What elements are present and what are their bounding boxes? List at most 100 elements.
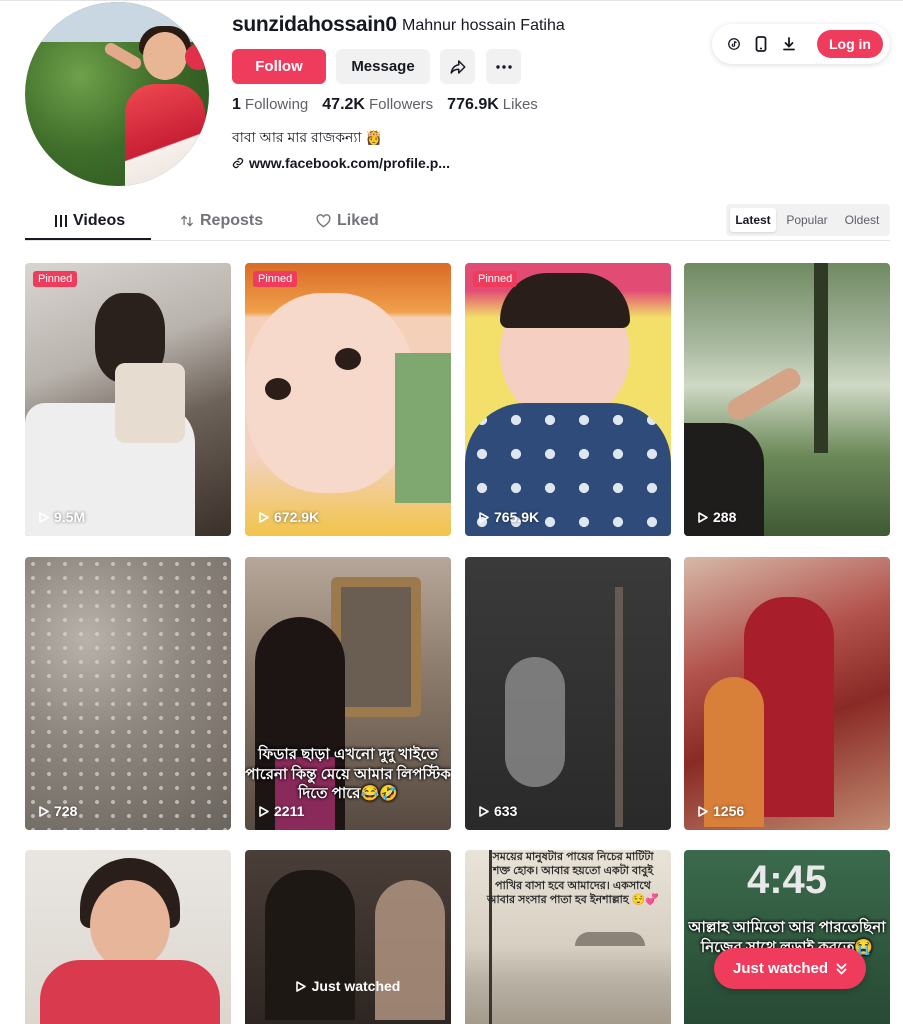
grid-icon	[55, 215, 67, 227]
thumb-shape	[723, 364, 805, 424]
video-card[interactable]: Pinned 765.9K	[465, 263, 671, 536]
thumb-shape	[115, 363, 185, 443]
pinned-badge: Pinned	[473, 271, 518, 287]
profile-link[interactable]: www.facebook.com/profile.p...	[232, 155, 450, 171]
just-watched-overlay: Just watched	[245, 978, 451, 994]
thumb-shape	[505, 657, 565, 787]
play-icon	[479, 511, 489, 523]
view-count-text: 633	[494, 803, 518, 819]
thumb-shape	[265, 870, 355, 1020]
view-count-text: 2211	[274, 803, 305, 819]
share-icon	[450, 59, 465, 74]
pinned-badge: Pinned	[253, 271, 298, 287]
just-watched-button[interactable]: Just watched	[714, 948, 866, 989]
more-options-button[interactable]	[486, 49, 521, 84]
login-button[interactable]: Log in	[817, 30, 883, 58]
view-count-text: 288	[713, 509, 737, 525]
avatar[interactable]	[25, 2, 209, 186]
download-icon[interactable]	[779, 34, 799, 54]
play-icon	[698, 511, 708, 523]
heart-icon	[316, 214, 331, 228]
more-icon	[495, 64, 512, 69]
video-card[interactable]: 288	[684, 263, 890, 536]
double-chevron-down-icon	[836, 963, 847, 974]
avatar-dress	[125, 84, 205, 186]
play-icon	[39, 511, 49, 523]
video-card[interactable]: 4:45 আল্লাহ আমিতো আর পারতেছিনা নিজের সাথ…	[684, 850, 890, 1024]
play-icon	[295, 980, 306, 992]
link-icon	[232, 157, 244, 169]
tab-liked-label: Liked	[337, 212, 379, 229]
thumb-shape	[575, 932, 645, 946]
stat-followers[interactable]: 47.2K Followers	[322, 96, 433, 114]
sort-popular[interactable]: Popular	[780, 208, 834, 232]
tab-reposts-label: Reposts	[200, 212, 264, 229]
followers-count: 47.2K	[322, 96, 365, 113]
tiktok-coin-icon[interactable]	[724, 34, 744, 54]
view-count: 672.9K	[259, 509, 319, 525]
video-card[interactable]: 1256	[684, 557, 890, 830]
followers-label: Followers	[368, 96, 434, 113]
view-count-text: 9.5M	[54, 509, 86, 525]
thumb-shape	[25, 557, 231, 830]
video-caption: ফিডার ছাড়া এখনো দুদু খাইতে পারেনা কিন্ত…	[245, 746, 451, 802]
view-count: 9.5M	[39, 509, 85, 525]
mobile-icon[interactable]	[751, 34, 771, 54]
video-card[interactable]: 633	[465, 557, 671, 830]
video-card[interactable]: সময়ের মানুষটার পায়ের নিচের মাটিটা শক্ত…	[465, 850, 671, 1024]
stat-likes: 776.9K Likes	[447, 96, 538, 114]
tab-reposts[interactable]: Reposts	[180, 212, 263, 230]
video-card[interactable]	[25, 850, 231, 1024]
play-icon	[479, 805, 489, 817]
view-count: 1256	[698, 803, 744, 819]
overlay-time: 4:45	[746, 858, 828, 902]
thumb-shape	[40, 960, 220, 1024]
thumb-shape	[265, 378, 291, 400]
follow-button[interactable]: Follow	[232, 49, 326, 84]
tab-videos[interactable]: Videos	[55, 212, 125, 230]
video-card[interactable]: Pinned 9.5M	[25, 263, 231, 536]
video-card[interactable]: 728	[25, 557, 231, 830]
avatar-face	[143, 32, 187, 80]
share-button[interactable]	[440, 49, 475, 84]
pinned-badge: Pinned	[33, 271, 78, 287]
thumb-shape	[375, 880, 445, 1020]
thumb-shape	[814, 263, 828, 453]
tab-liked[interactable]: Liked	[316, 212, 379, 230]
top-divider	[0, 0, 903, 1]
view-count: 2211	[259, 803, 304, 819]
repost-icon	[181, 215, 193, 227]
sort-latest[interactable]: Latest	[730, 208, 776, 232]
thumb-shape	[395, 353, 451, 503]
avatar-flower	[185, 44, 209, 70]
likes-label: Likes	[502, 96, 538, 113]
video-card[interactable]: Just watched	[245, 850, 451, 1024]
just-watched-button-label: Just watched	[732, 960, 829, 977]
play-icon	[259, 805, 269, 817]
thumb-shape	[500, 273, 630, 328]
view-count-text: 765.9K	[494, 509, 540, 525]
likes-count: 776.9K	[447, 96, 499, 113]
thumb-shape	[615, 587, 623, 827]
tab-active-indicator	[25, 238, 151, 240]
bio: বাবা আর মার রাজকন্যা 👸	[232, 129, 383, 145]
view-count: 633	[479, 803, 517, 819]
following-count: 1	[232, 96, 241, 113]
video-card[interactable]: Pinned 672.9K	[245, 263, 451, 536]
view-count: 765.9K	[479, 509, 539, 525]
message-button[interactable]: Message	[336, 49, 430, 84]
video-card[interactable]: ফিডার ছাড়া এখনো দুদু খাইতে পারেনা কিন্ত…	[245, 557, 451, 830]
stat-following[interactable]: 1 Following	[232, 96, 308, 114]
play-icon	[698, 805, 708, 817]
sort-oldest[interactable]: Oldest	[838, 208, 886, 232]
view-count: 288	[698, 509, 736, 525]
nickname: Mahnur hossain Fatiha	[402, 17, 565, 34]
view-count-text: 728	[54, 803, 78, 819]
following-label: Following	[244, 96, 309, 113]
thumb-shape	[335, 348, 361, 370]
video-caption: সময়ের মানুষটার পায়ের নিচের মাটিটা শক্ত…	[486, 851, 660, 906]
tab-videos-label: Videos	[73, 212, 126, 229]
just-watched-label: Just watched	[311, 978, 401, 994]
view-count-text: 1256	[713, 803, 745, 819]
profile-stats: 1 Following 47.2K Followers 776.9K Likes	[232, 96, 538, 114]
